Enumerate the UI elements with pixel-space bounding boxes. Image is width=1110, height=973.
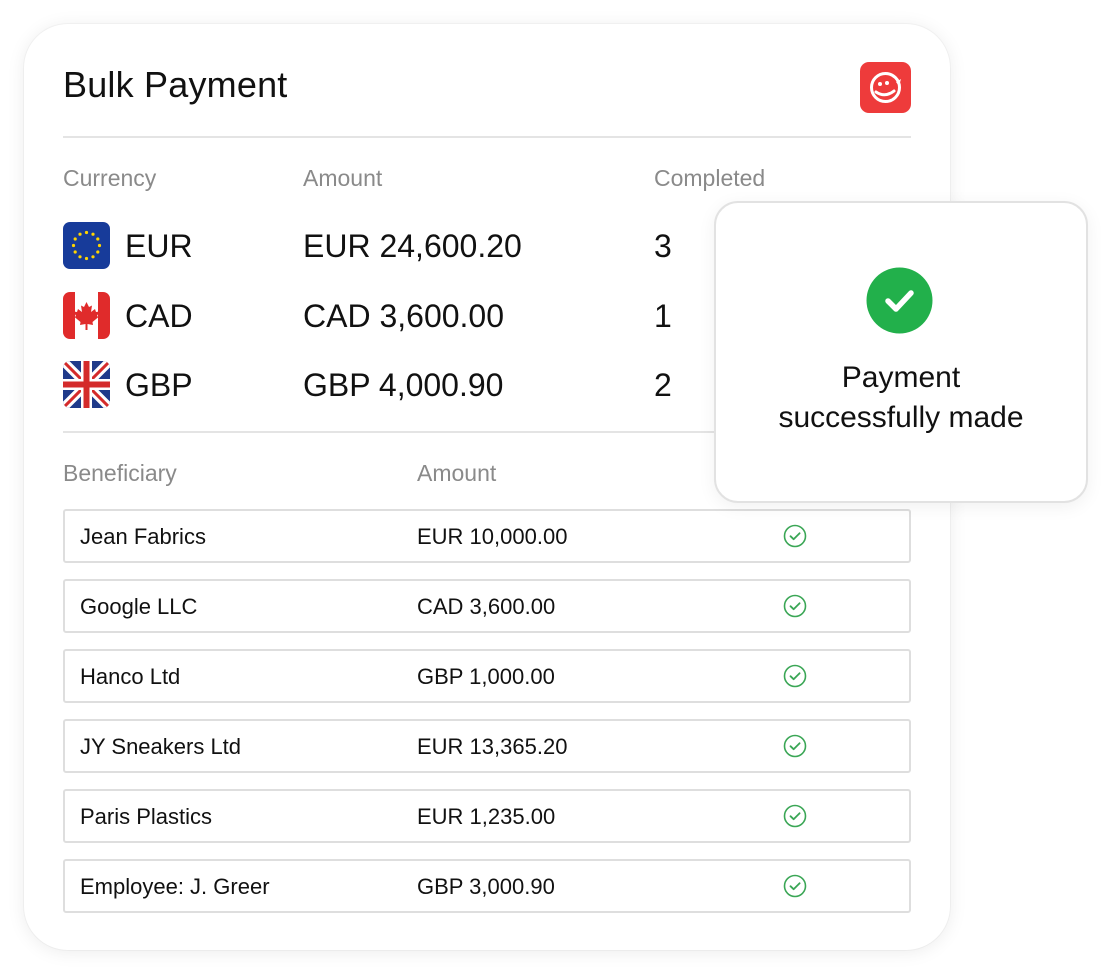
completed-count: 1 <box>654 298 672 334</box>
beneficiary-row[interactable]: Jean Fabrics EUR 10,000.00 <box>63 509 911 563</box>
beneficiary-name: JY Sneakers Ltd <box>80 734 242 759</box>
beneficiary-row[interactable]: JY Sneakers Ltd EUR 13,365.20 <box>63 719 911 773</box>
currency-code: CAD <box>125 298 193 334</box>
beneficiary-row[interactable]: Hanco Ltd GBP 1,000.00 <box>63 649 911 703</box>
canada-flag-icon <box>63 292 110 339</box>
currency-row-eur: EUR EUR 24,600.20 3 <box>63 222 703 272</box>
check-circle-icon <box>783 524 807 548</box>
beneficiary-name: Employee: J. Greer <box>80 874 270 899</box>
eu-flag-icon <box>63 222 110 269</box>
column-header-beneficiary-amount: Amount <box>417 460 497 486</box>
column-header-amount: Amount <box>303 165 383 191</box>
completed-count: 3 <box>654 228 672 264</box>
check-circle-icon <box>783 734 807 758</box>
currency-amount: EUR 24,600.20 <box>303 228 522 264</box>
currency-code: GBP <box>125 367 193 403</box>
currency-code: EUR <box>125 228 193 264</box>
check-circle-icon <box>783 594 807 618</box>
header-divider <box>63 136 911 138</box>
beneficiary-amount: CAD 3,600.00 <box>417 594 556 619</box>
toast-message-line1: Payment <box>841 361 961 394</box>
beneficiary-row[interactable]: Google LLC CAD 3,600.00 <box>63 579 911 633</box>
column-header-currency: Currency <box>63 165 157 191</box>
currency-amount: GBP 4,000.90 <box>303 367 504 403</box>
check-circle-icon <box>783 664 807 688</box>
toast-message: Payment successfully made <box>736 358 1066 438</box>
check-circle-icon <box>783 804 807 828</box>
brand-logo-icon[interactable] <box>860 62 911 113</box>
payment-success-toast: Payment successfully made <box>714 201 1088 503</box>
beneficiary-amount: EUR 13,365.20 <box>417 734 568 759</box>
beneficiary-name: Jean Fabrics <box>80 524 206 549</box>
toast-message-line2: successfully made <box>778 401 1024 434</box>
beneficiary-amount: EUR 1,235.00 <box>417 804 556 829</box>
column-header-completed: Completed <box>654 165 766 191</box>
currency-row-gbp: GBP GBP 4,000.90 2 <box>63 361 703 411</box>
uk-flag-icon <box>63 361 110 408</box>
completed-count: 2 <box>654 367 672 403</box>
page-title: Bulk Payment <box>63 64 288 105</box>
beneficiary-amount: GBP 1,000.00 <box>417 664 555 689</box>
currency-row-cad: CAD CAD 3,600.00 1 <box>63 292 703 342</box>
currency-amount: CAD 3,600.00 <box>303 298 505 334</box>
success-check-icon <box>866 267 933 334</box>
beneficiary-name: Google LLC <box>80 594 198 619</box>
beneficiary-row[interactable]: Employee: J. Greer GBP 3,000.90 <box>63 859 911 913</box>
beneficiary-amount: EUR 10,000.00 <box>417 524 568 549</box>
beneficiary-name: Hanco Ltd <box>80 664 181 689</box>
column-header-beneficiary: Beneficiary <box>63 460 177 486</box>
beneficiary-name: Paris Plastics <box>80 804 213 829</box>
beneficiary-amount: GBP 3,000.90 <box>417 874 555 899</box>
check-circle-icon <box>783 874 807 898</box>
beneficiary-row[interactable]: Paris Plastics EUR 1,235.00 <box>63 789 911 843</box>
